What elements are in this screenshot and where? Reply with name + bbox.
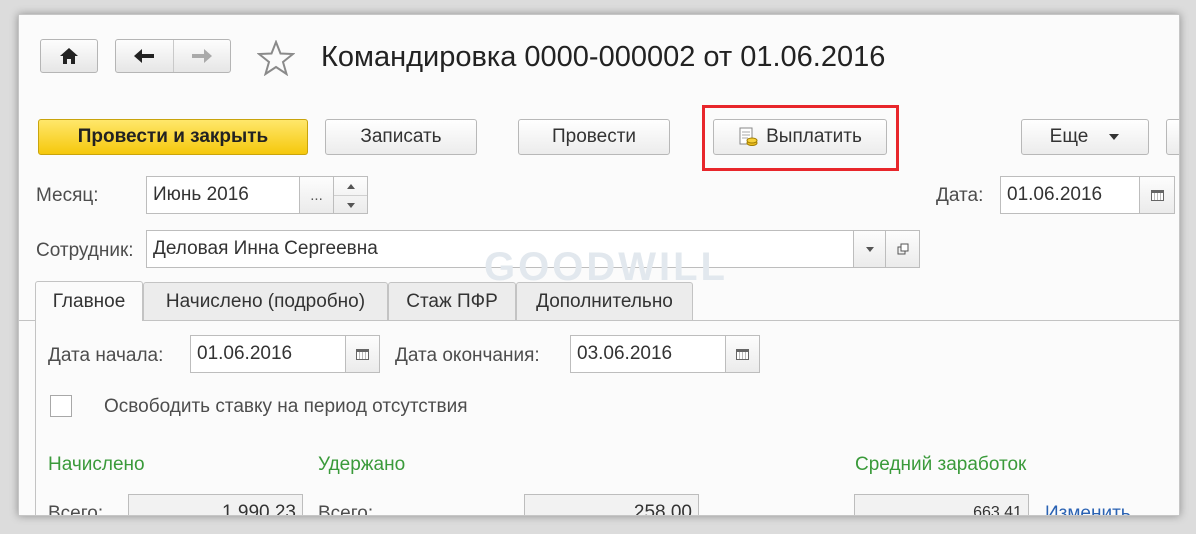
- tab-pfr-experience[interactable]: Стаж ПФР: [388, 282, 516, 320]
- average-earnings-title: Средний заработок: [855, 454, 1027, 475]
- withheld-total-field: 258,00: [524, 494, 699, 515]
- chevron-up-icon: [346, 183, 355, 189]
- free-rate-checkbox[interactable]: [50, 395, 72, 417]
- withheld-total-label: Всего:: [318, 503, 374, 516]
- favorite-button[interactable]: [256, 39, 296, 81]
- end-date-label: Дата окончания:: [395, 345, 540, 366]
- month-increase-button[interactable]: [334, 177, 367, 196]
- employee-label: Сотрудник:: [36, 240, 134, 261]
- pay-button[interactable]: Выплатить: [713, 119, 887, 155]
- accrued-total-field: 1 990,23: [128, 494, 303, 515]
- chevron-down-icon: [865, 246, 874, 252]
- calendar-icon: [356, 348, 369, 360]
- start-date-label: Дата начала:: [48, 345, 164, 366]
- employee-dropdown-button[interactable]: [853, 230, 886, 268]
- chevron-down-icon: [1109, 134, 1120, 140]
- more-button-label: Еще: [1049, 126, 1089, 147]
- save-button[interactable]: Записать: [325, 119, 477, 155]
- tab-accrued-details[interactable]: Начислено (подробно): [143, 282, 388, 320]
- forward-button[interactable]: [174, 40, 231, 72]
- pay-button-label: Выплатить: [766, 126, 862, 147]
- end-date-calendar-button[interactable]: [725, 335, 760, 373]
- tab-main[interactable]: Главное: [35, 281, 143, 321]
- change-average-link[interactable]: Изменить: [1045, 503, 1131, 515]
- month-decrease-button[interactable]: [334, 196, 367, 214]
- calendar-icon: [1150, 189, 1164, 201]
- arrow-right-icon: [191, 49, 212, 63]
- open-form-icon: [897, 243, 908, 255]
- calendar-icon: [736, 348, 749, 360]
- home-button[interactable]: [40, 39, 98, 73]
- document-window: Командировка 0000-000002 от 01.06.2016 П…: [18, 14, 1180, 516]
- payment-document-icon: [739, 127, 758, 146]
- help-button[interactable]: [1166, 119, 1179, 155]
- withheld-title: Удержано: [318, 454, 406, 475]
- tab-additional[interactable]: Дополнительно: [516, 282, 693, 320]
- start-date-calendar-button[interactable]: [345, 335, 380, 373]
- page-title: Командировка 0000-000002 от 01.06.2016: [321, 41, 886, 73]
- home-icon: [60, 48, 78, 64]
- employee-open-button[interactable]: [885, 230, 920, 268]
- month-field[interactable]: Июнь 2016: [146, 176, 300, 214]
- accrued-title: Начислено: [48, 454, 145, 475]
- average-earnings-field: 663,41: [854, 494, 1029, 515]
- end-date-field[interactable]: 03.06.2016: [570, 335, 726, 373]
- chevron-down-icon: [346, 202, 355, 208]
- month-select-button[interactable]: ...: [299, 176, 334, 214]
- more-button[interactable]: Еще: [1021, 119, 1149, 155]
- date-label: Дата:: [936, 185, 984, 206]
- start-date-field[interactable]: 01.06.2016: [190, 335, 346, 373]
- month-stepper: [333, 176, 368, 214]
- month-label: Месяц:: [36, 185, 99, 206]
- date-calendar-button[interactable]: [1139, 176, 1175, 214]
- accrued-total-label: Всего:: [48, 503, 104, 516]
- arrow-left-icon: [134, 49, 155, 63]
- date-field[interactable]: 01.06.2016: [1000, 176, 1140, 214]
- free-rate-label: Освободить ставку на период отсутствия: [104, 396, 468, 417]
- history-nav: [115, 39, 231, 73]
- back-button[interactable]: [116, 40, 174, 72]
- star-icon: [256, 39, 296, 77]
- post-button[interactable]: Провести: [518, 119, 670, 155]
- post-and-close-button[interactable]: Провести и закрыть: [38, 119, 308, 155]
